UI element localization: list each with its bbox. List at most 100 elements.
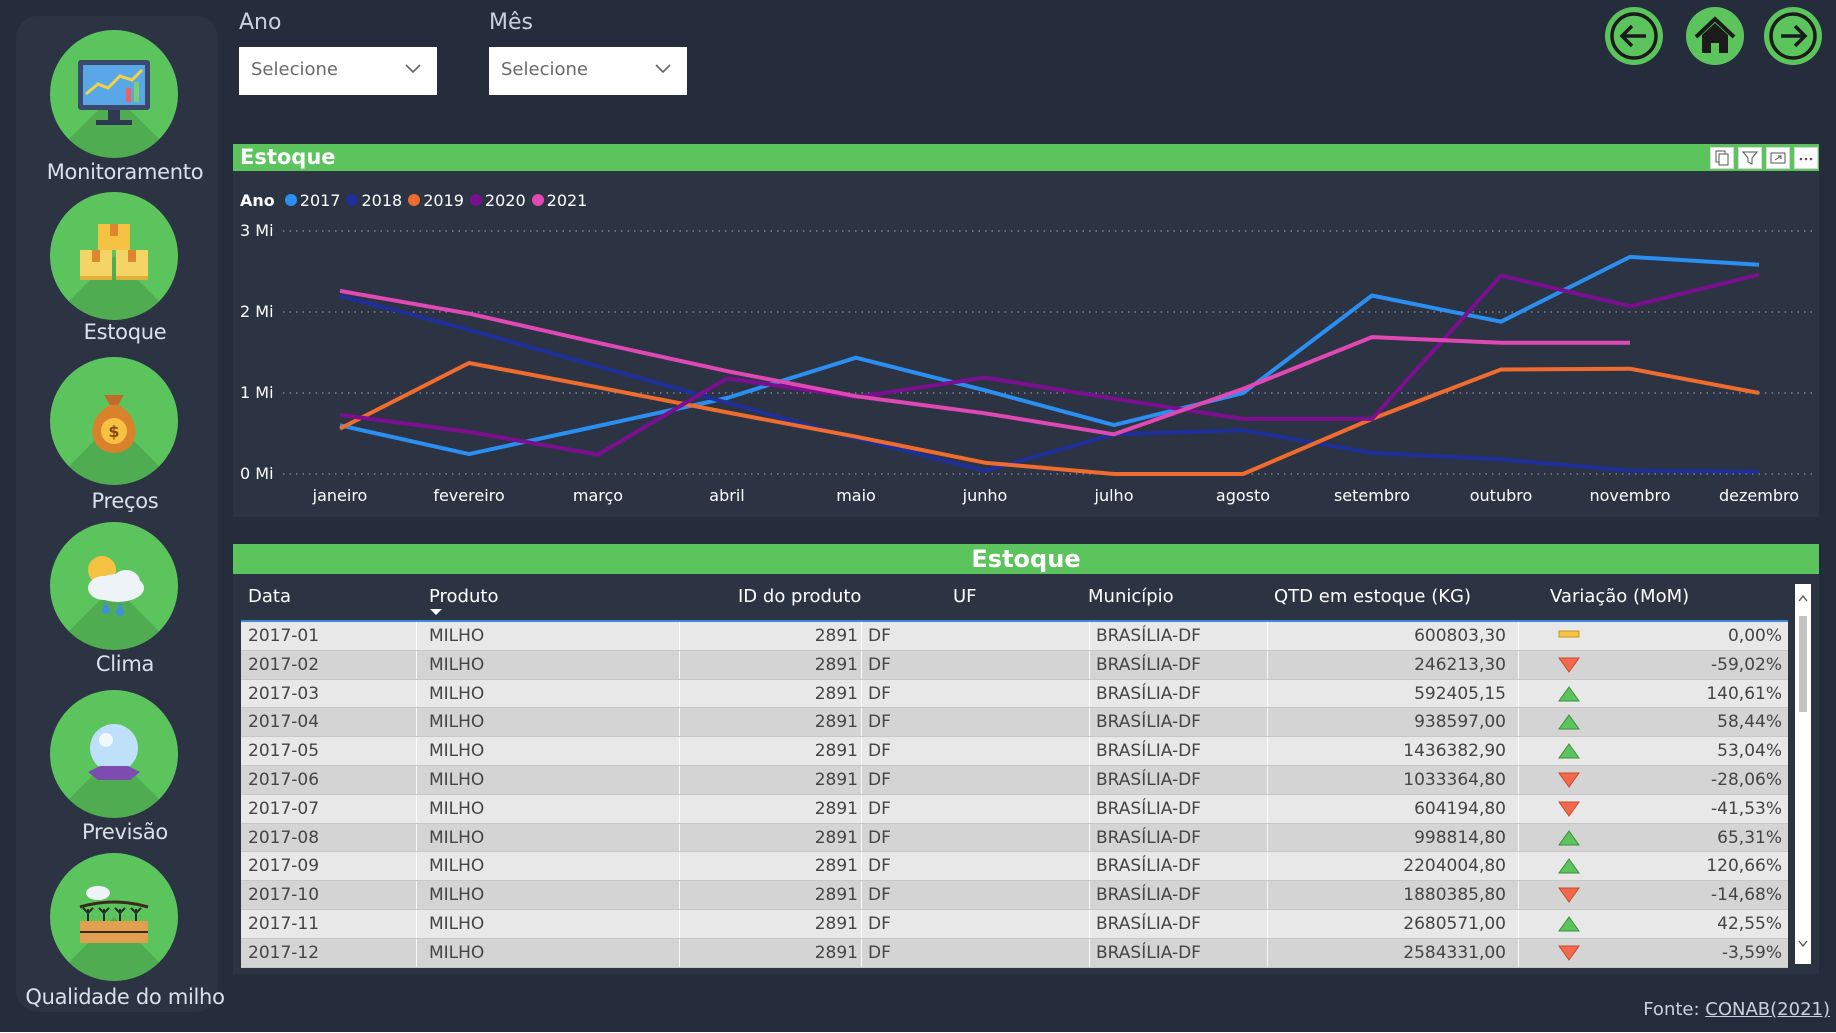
- cell-variacao: -28,06%: [1711, 769, 1782, 790]
- filter-visual-button[interactable]: [1738, 147, 1762, 169]
- cell-qtd: 2584331,00: [1403, 942, 1506, 963]
- column-divider: [416, 622, 417, 650]
- cell-id-produto: 2891: [814, 712, 858, 733]
- column-divider: [861, 938, 862, 967]
- legend-item-2021[interactable]: 2021: [531, 191, 587, 210]
- x-tick-label: fevereiro: [433, 486, 504, 505]
- cell-produto: MILHO: [429, 885, 485, 906]
- table-row[interactable]: 2017-03 MILHO 2891 DF BRASÍLIA-DF 592405,15 14…: [241, 679, 1788, 709]
- cell-municipio: BRASÍLIA-DF: [1096, 654, 1201, 675]
- sidebar-item-estoque[interactable]: Estoque: [16, 184, 218, 354]
- series-line-2019[interactable]: [339, 361, 1760, 476]
- cell-municipio: BRASÍLIA-DF: [1096, 769, 1201, 790]
- column-header-qtd[interactable]: QTD em estoque (KG): [1274, 586, 1471, 607]
- more-options-button[interactable]: [1794, 147, 1818, 169]
- column-divider: [861, 622, 862, 650]
- column-divider: [1267, 708, 1268, 737]
- legend-item-2020[interactable]: 2020: [469, 191, 526, 210]
- table-row[interactable]: 2017-10 MILHO 2891 DF BRASÍLIA-DF 1880385,80 -…: [241, 881, 1788, 910]
- column-divider: [1089, 881, 1090, 909]
- cell-qtd: 938597,00: [1414, 712, 1506, 733]
- table-row[interactable]: 2017-01 MILHO 2891 DF BRASÍLIA-DF 600803,30 0,…: [241, 622, 1788, 651]
- home-button[interactable]: [1686, 7, 1744, 65]
- scroll-thumb[interactable]: [1799, 616, 1807, 712]
- filter-ano-select[interactable]: Selecione: [239, 47, 437, 95]
- sidebar-item-clima[interactable]: Clima: [16, 514, 218, 684]
- filter-mes-select[interactable]: Selecione: [489, 47, 687, 95]
- forward-button[interactable]: [1764, 7, 1822, 65]
- cell-data: 2017-09: [248, 856, 320, 877]
- cell-variacao: -14,68%: [1711, 885, 1782, 906]
- cell-data: 2017-10: [248, 885, 320, 906]
- table-row[interactable]: 2017-11 MILHO 2891 DF BRASÍLIA-DF 2680571,00 4…: [241, 909, 1788, 939]
- legend-item-label: 2018: [361, 190, 403, 210]
- column-divider: [679, 909, 680, 938]
- chevron-down-icon: [405, 64, 421, 74]
- table-row[interactable]: 2017-05 MILHO 2891 DF BRASÍLIA-DF 1436382,90 5…: [241, 737, 1788, 766]
- copy-visual-button[interactable]: [1710, 147, 1734, 169]
- x-tick-label: abril: [709, 486, 744, 505]
- x-tick-label: maio: [836, 486, 876, 505]
- series-line-2020[interactable]: [339, 272, 1760, 457]
- trend-up-icon: [1558, 743, 1580, 759]
- column-header-uf[interactable]: UF: [953, 586, 977, 607]
- cell-produto: MILHO: [429, 769, 485, 790]
- arrow-right-icon: [1769, 12, 1817, 60]
- legend-item-2018[interactable]: 2018: [346, 191, 402, 210]
- legend-item-2019[interactable]: 2019: [408, 191, 464, 210]
- column-header-data[interactable]: Data: [248, 586, 291, 607]
- table-scrollbar[interactable]: [1795, 584, 1811, 964]
- scroll-down-icon[interactable]: [1798, 940, 1808, 948]
- table-row[interactable]: 2017-06 MILHO 2891 DF BRASÍLIA-DF 1033364,80 -…: [241, 765, 1788, 795]
- table-row[interactable]: 2017-02 MILHO 2891 DF BRASÍLIA-DF 246213,30 -5…: [241, 650, 1788, 680]
- copy-icon: [1715, 150, 1729, 166]
- sidebar-item-precos[interactable]: $ Preços: [16, 349, 218, 519]
- sidebar-item-label: Estoque: [83, 320, 167, 344]
- table-row[interactable]: 2017-08 MILHO 2891 DF BRASÍLIA-DF 998814,80 65…: [241, 823, 1788, 853]
- table-row[interactable]: 2017-12 MILHO 2891 DF BRASÍLIA-DF 2584331,00 -…: [241, 938, 1788, 968]
- cell-uf: DF: [868, 885, 891, 906]
- column-header-produto[interactable]: Produto: [429, 586, 498, 607]
- focus-mode-icon: [1770, 152, 1786, 164]
- y-tick-label: 3 Mi: [240, 221, 274, 240]
- scroll-up-icon[interactable]: [1798, 594, 1808, 602]
- legend-item-2017[interactable]: 2017: [284, 191, 340, 210]
- sidebar-item-qualidade[interactable]: Qualidade do milho: [16, 845, 225, 1015]
- column-header-variacao[interactable]: Variação (MoM): [1550, 586, 1689, 607]
- back-button[interactable]: [1605, 7, 1663, 65]
- cell-uf: DF: [868, 741, 891, 762]
- cell-uf: DF: [868, 942, 891, 963]
- table-row[interactable]: 2017-04 MILHO 2891 DF BRASÍLIA-DF 938597,00 58…: [241, 708, 1788, 738]
- column-divider: [416, 852, 417, 881]
- cell-uf: DF: [868, 856, 891, 877]
- trend-down-icon: [1558, 657, 1580, 673]
- x-tick-label: junho: [962, 486, 1008, 505]
- x-tick-label: agosto: [1216, 486, 1270, 505]
- cell-produto: MILHO: [429, 913, 485, 934]
- source-link[interactable]: CONAB(2021): [1705, 999, 1830, 1020]
- column-header-id-produto[interactable]: ID do produto: [738, 586, 861, 607]
- crystal-ball-icon: [88, 724, 140, 780]
- sidebar-item-previsao[interactable]: Previsão: [16, 682, 218, 852]
- column-divider: [861, 852, 862, 881]
- trend-down-icon: [1558, 945, 1580, 961]
- table-row[interactable]: 2017-07 MILHO 2891 DF BRASÍLIA-DF 604194,80 -4…: [241, 794, 1788, 824]
- column-divider: [679, 650, 680, 679]
- trend-up-icon: [1558, 858, 1580, 874]
- x-tick-label: janeiro: [312, 486, 368, 505]
- focus-mode-button[interactable]: [1766, 147, 1790, 169]
- table-row[interactable]: 2017-09 MILHO 2891 DF BRASÍLIA-DF 2204004,80 1…: [241, 852, 1788, 882]
- table-body: 2017-01 MILHO 2891 DF BRASÍLIA-DF 600803,30 0,…: [241, 622, 1788, 968]
- cell-uf: DF: [868, 798, 891, 819]
- column-header-municipio[interactable]: Município: [1088, 586, 1174, 607]
- sidebar-nav: Monitoramento Estoque $ Preços Clima Pre…: [16, 16, 225, 1015]
- cell-qtd: 592405,15: [1414, 683, 1506, 704]
- sidebar-item-monitoramento[interactable]: Monitoramento: [16, 22, 218, 192]
- dashboard: Monitoramento Estoque $ Preços Clima Pre…: [0, 0, 1836, 1032]
- cell-qtd: 1436382,90: [1403, 741, 1506, 762]
- column-divider: [1518, 737, 1519, 765]
- legend-title: Ano: [240, 190, 275, 210]
- column-divider: [1518, 909, 1519, 938]
- chart-card: Estoque Ano 2017 2018 2019 2020 2021 0 M…: [233, 144, 1819, 517]
- cell-qtd: 246213,30: [1414, 654, 1506, 675]
